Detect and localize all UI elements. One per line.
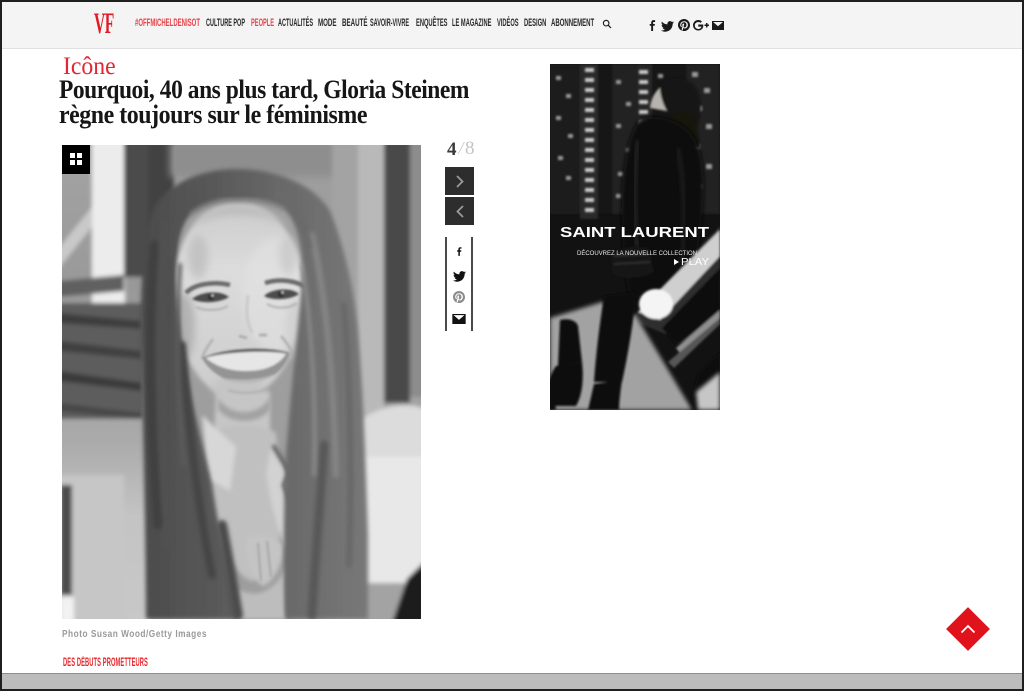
svg-text:PLAY: PLAY — [681, 257, 709, 268]
svg-text:DÉCOUVREZ LA NOUVELLE COLLECTI: DÉCOUVREZ LA NOUVELLE COLLECTION — [577, 248, 697, 257]
svg-text:SAINT LAURENT: SAINT LAURENT — [560, 224, 709, 241]
